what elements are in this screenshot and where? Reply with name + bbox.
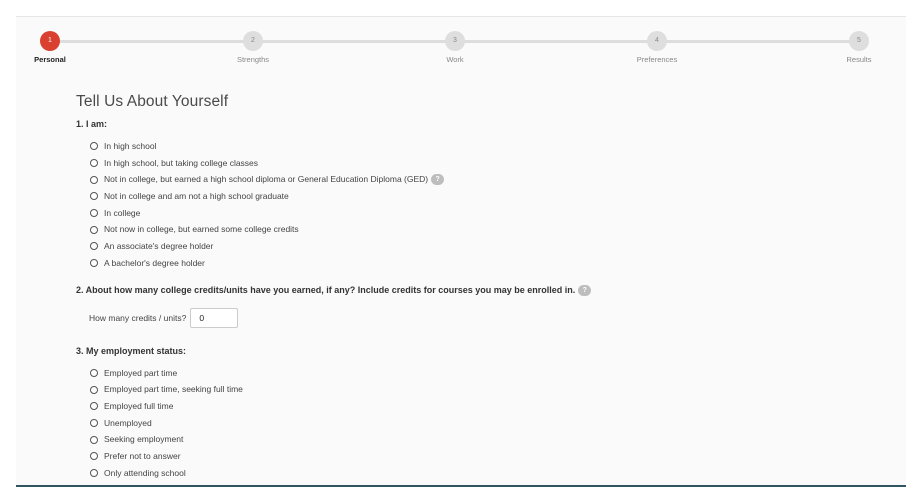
question-2-text: 2. About how many college credits/units … (76, 284, 576, 295)
question-3-options: Employed part time Employed part time, s… (90, 365, 876, 482)
help-icon[interactable]: ? (578, 284, 592, 296)
radio-option[interactable]: Employed part time (90, 365, 876, 382)
radio-button[interactable] (90, 259, 98, 268)
credits-input[interactable] (190, 307, 239, 328)
radio-button[interactable] (90, 368, 98, 377)
radio-button[interactable] (90, 435, 98, 444)
radio-option[interactable]: Prefer not to answer (90, 448, 876, 465)
question-2: 2. About how many college credits/units … (76, 285, 876, 296)
radio-option[interactable]: Employed full time (90, 398, 876, 415)
radio-button[interactable] (90, 192, 98, 201)
step-circle: 2 (243, 31, 263, 51)
option-label: Employed part time, seeking full time (104, 384, 243, 395)
radio-option[interactable]: Seeking employment (90, 431, 876, 448)
radio-button[interactable] (90, 242, 98, 251)
radio-button[interactable] (90, 419, 98, 428)
step-label: Personal (34, 55, 66, 64)
radio-option[interactable]: Not in college, but earned a high school… (90, 171, 876, 188)
radio-option[interactable]: Not now in college, but earned some coll… (90, 221, 876, 238)
radio-option[interactable]: A bachelor's degree holder (90, 255, 876, 272)
credits-label: How many credits / units? (89, 312, 187, 323)
step-strengths[interactable]: 2 Strengths (223, 31, 283, 64)
option-label: Unemployed (104, 417, 152, 428)
help-icon[interactable]: ? (431, 174, 445, 186)
radio-button[interactable] (90, 225, 98, 234)
step-label: Strengths (236, 55, 270, 64)
radio-button[interactable] (90, 385, 98, 394)
option-label: In college (104, 207, 141, 218)
step-circle: 1 (40, 31, 60, 51)
option-label: Prefer not to answer (104, 451, 181, 462)
step-work[interactable]: 3 Work (425, 31, 485, 64)
step-label: Work (446, 55, 464, 64)
option-label: Employed part time (104, 367, 178, 378)
step-label: Results (846, 55, 872, 64)
option-label: Only attending school (104, 467, 186, 478)
assessment-card: 1 Personal 2 Strengths 3 Work 4 Preferen… (16, 16, 906, 487)
radio-button[interactable] (90, 469, 98, 478)
option-label: In high school (104, 141, 157, 151)
option-label: Employed full time (104, 401, 174, 411)
option-label: A bachelor's degree holder (104, 257, 205, 268)
step-circle: 3 (445, 31, 465, 51)
option-label: Seeking employment (104, 434, 184, 445)
option-label: Not in college and am not a high school … (104, 191, 289, 202)
form-content: Tell Us About Yourself 1. I am: In high … (76, 93, 876, 481)
question-1: 1. I am: (76, 119, 108, 129)
step-label: Preferences (636, 55, 678, 64)
page-title: Tell Us About Yourself (76, 93, 229, 110)
radio-button[interactable] (90, 452, 98, 461)
radio-option[interactable]: In college (90, 205, 876, 222)
progress-stepper: 1 Personal 2 Strengths 3 Work 4 Preferen… (16, 17, 906, 77)
question-3: 3. My employment status: (76, 345, 187, 356)
option-label: An associate's degree holder (104, 241, 214, 252)
step-personal[interactable]: 1 Personal (20, 31, 80, 64)
radio-button[interactable] (90, 142, 98, 151)
radio-button[interactable] (90, 175, 98, 184)
step-circle: 5 (849, 31, 869, 51)
option-label: Not now in college, but earned some coll… (104, 224, 299, 235)
credits-row: How many credits / units? (89, 307, 876, 328)
radio-option[interactable]: Only attending school (90, 465, 876, 482)
option-label: Not in college, but earned a high school… (104, 174, 429, 185)
option-label: In high school, but taking college class… (104, 157, 259, 168)
radio-option[interactable]: Unemployed (90, 415, 876, 432)
radio-option[interactable]: An associate's degree holder (90, 238, 876, 255)
radio-option[interactable]: Employed part time, seeking full time (90, 381, 876, 398)
step-results[interactable]: 5 Results (829, 31, 889, 64)
step-preferences[interactable]: 4 Preferences (627, 31, 687, 64)
radio-button[interactable] (90, 402, 98, 411)
step-circle: 4 (647, 31, 667, 51)
radio-option[interactable]: In high school, but taking college class… (90, 155, 876, 172)
radio-button[interactable] (90, 159, 98, 168)
radio-option[interactable]: Not in college and am not a high school … (90, 188, 876, 205)
question-1-options: In high school In high school, but takin… (90, 138, 876, 272)
radio-option[interactable]: In high school (90, 138, 876, 155)
radio-button[interactable] (90, 209, 98, 218)
